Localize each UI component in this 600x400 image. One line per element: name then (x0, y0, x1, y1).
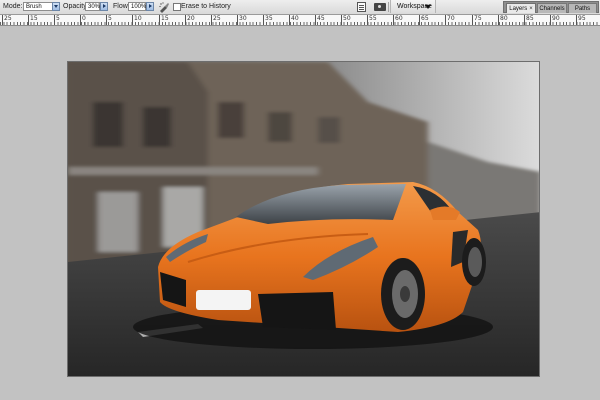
divider (388, 2, 389, 12)
tab-paths[interactable]: Paths (568, 3, 597, 13)
erase-to-history-checkbox[interactable] (173, 3, 181, 11)
options-bar: Mode: Brush Opacity: 30% Flow: 100% Eras… (0, 0, 600, 15)
workspace-label: Workspace (397, 3, 432, 10)
ruler-tick-label: 10 (134, 15, 142, 22)
ruler-tick-label: 15 (161, 15, 169, 22)
ruler-major-tick (315, 15, 316, 25)
ruler-major-tick (524, 15, 525, 25)
ruler-major-tick (159, 15, 160, 25)
tab-layers-label: Layers (509, 6, 528, 12)
ruler-major-tick (237, 15, 238, 25)
workspace-button[interactable]: Workspace (390, 0, 436, 13)
ruler-tick-label: 5 (56, 15, 60, 22)
ruler-tick-label: 90 (552, 15, 560, 22)
ruler-tick-label: 50 (343, 15, 351, 22)
ruler-major-tick (54, 15, 55, 25)
ruler-tick-label: 40 (291, 15, 299, 22)
ruler-tick-label: 5 (108, 15, 112, 22)
ruler-major-tick (185, 15, 186, 25)
tab-channels-label: Channels (539, 6, 565, 12)
ruler-major-tick (341, 15, 342, 25)
ruler-tick-label: 0 (82, 15, 86, 22)
ruler-major-tick (550, 15, 551, 25)
airbrush-icon[interactable] (158, 1, 170, 13)
flow-slider-arrow-icon[interactable] (146, 2, 154, 11)
ruler-tick-label: 85 (526, 15, 534, 22)
ruler-major-tick (472, 15, 473, 25)
mode-label: Mode: (3, 3, 23, 10)
close-icon[interactable]: × (529, 6, 533, 12)
car-photo (68, 62, 539, 376)
ruler-major-tick (106, 15, 107, 25)
ruler-tick-label: 20 (187, 15, 195, 22)
ruler-major-tick (445, 15, 446, 25)
ruler-major-tick (211, 15, 212, 25)
opacity-field[interactable]: 30% (85, 2, 100, 11)
ruler-tick-label: 60 (395, 15, 403, 22)
tab-paths-label: Paths (574, 6, 591, 12)
ruler-tick-label: 95 (578, 15, 586, 22)
ruler-major-tick (498, 15, 499, 25)
mode-dropdown-arrow-icon[interactable] (52, 2, 60, 11)
panel-dock: Layers × Channels Paths (503, 1, 599, 13)
ruler-major-tick (28, 15, 29, 25)
erase-to-history-label: Erase to History (181, 3, 231, 10)
ruler-tick-label: 55 (369, 15, 377, 22)
flow-field[interactable]: 100% (128, 2, 146, 11)
ruler-major-tick (419, 15, 420, 25)
ruler-tick-label: 70 (447, 15, 455, 22)
ruler-tick-label: 25 (4, 15, 12, 22)
camera-icon[interactable] (374, 3, 386, 11)
ruler-tick-label: 75 (474, 15, 482, 22)
mode-select[interactable]: Brush (23, 2, 53, 11)
document-canvas[interactable] (67, 61, 540, 377)
ruler-major-tick (289, 15, 290, 25)
tab-channels[interactable]: Channels (537, 3, 567, 13)
horizontal-ruler[interactable]: 25 15 5 0 5 10 15 20 25 30 35 40 45 50 55 60 65 70 75 80 85 9… (0, 15, 600, 26)
tab-layers[interactable]: Layers × (506, 3, 536, 13)
ruler-major-tick (132, 15, 133, 25)
document-icon[interactable] (357, 2, 366, 12)
ruler-tick-label: 65 (421, 15, 429, 22)
ruler-major-tick (2, 15, 3, 25)
ruler-major-tick (80, 15, 81, 25)
ruler-major-tick (576, 15, 577, 25)
ruler-major-tick (367, 15, 368, 25)
ruler-tick-label: 25 (213, 15, 221, 22)
ruler-tick-label: 80 (500, 15, 508, 22)
ruler-tick-label: 45 (317, 15, 325, 22)
opacity-slider-arrow-icon[interactable] (100, 2, 108, 11)
ruler-major-tick (393, 15, 394, 25)
ruler-major-tick (263, 15, 264, 25)
ruler-tick-label: 35 (265, 15, 273, 22)
ruler-tick-label: 15 (30, 15, 38, 22)
ruler-tick-label: 30 (239, 15, 247, 22)
